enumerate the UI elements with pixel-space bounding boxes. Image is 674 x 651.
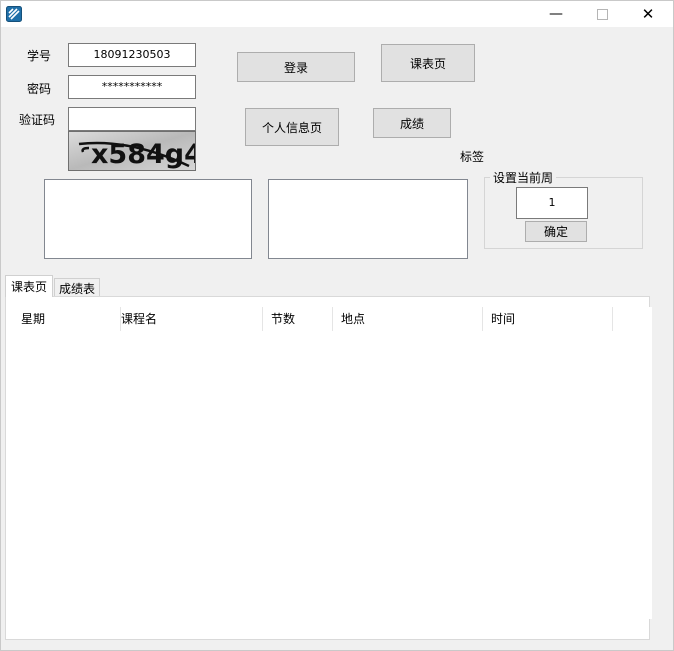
column-header-periods[interactable]: 节数 — [263, 307, 333, 331]
title-bar: — ✕ — [1, 1, 673, 27]
captcha-label: 验证码 — [19, 113, 56, 127]
column-header-location[interactable]: 地点 — [333, 307, 483, 331]
captcha-image[interactable]: x584g4 — [68, 131, 196, 171]
tab-grades[interactable]: 成绩表 — [54, 278, 100, 297]
maximize-icon — [596, 8, 608, 20]
student-id-input[interactable]: 18091230503 — [68, 43, 196, 67]
personal-info-button[interactable]: 个人信息页 — [245, 108, 339, 146]
timetable-list[interactable]: 星期 课程名 节数 地点 时间 — [7, 307, 652, 619]
timetable-button[interactable]: 课表页 — [381, 44, 475, 82]
captcha-graphic: x584g4 — [69, 132, 195, 170]
minimize-button[interactable]: — — [533, 1, 579, 27]
captcha-input[interactable] — [68, 107, 196, 131]
close-button[interactable]: ✕ — [625, 1, 671, 27]
grades-button[interactable]: 成绩 — [373, 108, 451, 138]
student-id-label: 学号 — [27, 49, 52, 63]
tab-timetable[interactable]: 课表页 — [5, 275, 53, 297]
column-header-weekday[interactable]: 星期 — [13, 307, 121, 331]
password-input[interactable]: *********** — [68, 75, 196, 99]
login-button[interactable]: 登录 — [237, 52, 355, 82]
password-label: 密码 — [27, 82, 52, 96]
column-header-course-name[interactable]: 课程名 — [113, 307, 263, 331]
current-week-input[interactable]: 1 — [516, 187, 588, 219]
current-week-group-title: 设置当前周 — [490, 169, 557, 186]
tag-label: 标签 — [460, 150, 485, 164]
main-window: — ✕ 学号 18091230503 密码 *********** 验证码 x5… — [0, 0, 674, 651]
maximize-button[interactable] — [579, 1, 625, 27]
column-header-time[interactable]: 时间 — [483, 307, 613, 331]
confirm-week-button[interactable]: 确定 — [525, 221, 587, 242]
info-textbox-right[interactable] — [268, 179, 468, 259]
app-icon — [6, 6, 22, 22]
info-textbox-left[interactable] — [44, 179, 252, 259]
